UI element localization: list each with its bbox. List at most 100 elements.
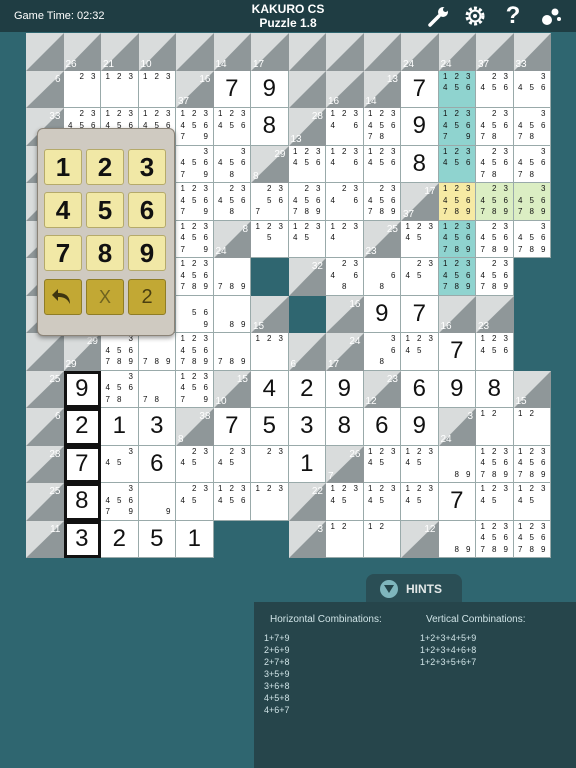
pencil-mode-button[interactable]: 2 — [128, 279, 166, 315]
grid-cell[interactable]: 3 68 — [363, 333, 401, 371]
key-9[interactable]: 9 — [128, 235, 166, 271]
grid-cell[interactable]: 123 456 78 — [363, 108, 401, 146]
grid-cell[interactable]: 23 45 — [213, 445, 251, 483]
grid-cell[interactable]: 123 456 789 — [513, 520, 551, 558]
grid-cell[interactable]: 2356 7 — [251, 183, 289, 221]
grid-cell[interactable]: 2 — [288, 370, 326, 408]
undo-button[interactable] — [44, 279, 82, 315]
grid-cell[interactable]: 789 — [213, 333, 251, 371]
key-8[interactable]: 8 — [86, 235, 124, 271]
grid-cell[interactable]: 9 — [138, 483, 176, 521]
grid-cell[interactable]: 1235 — [251, 220, 289, 258]
grid-cell[interactable]: 4 — [251, 370, 289, 408]
grid-cell[interactable]: 23 — [63, 70, 101, 108]
grid-cell[interactable]: 3 456 7 9 — [176, 145, 214, 183]
grid-cell[interactable]: 123 456 7 9 — [438, 108, 476, 146]
grid-cell[interactable]: 3456789 — [101, 333, 139, 371]
grid-cell[interactable]: 89 — [438, 520, 476, 558]
grid-cell[interactable]: 7 — [213, 408, 251, 446]
wrench-icon[interactable] — [424, 2, 454, 30]
grid-cell[interactable]: 123 45 — [401, 483, 439, 521]
grid-cell[interactable]: 123 45 — [363, 483, 401, 521]
grid-cell[interactable]: 123 45 — [326, 483, 364, 521]
grid-cell[interactable]: 123 456 789 — [438, 183, 476, 221]
grid-cell[interactable]: 789 — [138, 333, 176, 371]
grid-cell[interactable]: 8 — [401, 145, 439, 183]
grid-cell[interactable]: 12 — [513, 408, 551, 446]
bubbles-icon[interactable] — [536, 2, 566, 30]
grid-cell[interactable]: 3 456 7 9 — [101, 483, 139, 521]
grid-cell[interactable]: 23 4 6 — [326, 183, 364, 221]
grid-cell[interactable]: 8 — [63, 483, 101, 521]
grid-cell[interactable]: 7 — [401, 70, 439, 108]
grid-cell[interactable]: 56 9 — [176, 295, 214, 333]
grid-cell[interactable]: 12 — [363, 520, 401, 558]
grid-cell[interactable]: 1 — [176, 520, 214, 558]
grid-cell[interactable]: 123 45 — [288, 220, 326, 258]
grid-cell[interactable]: 7 — [438, 483, 476, 521]
grid-cell[interactable]: 23 4568 — [213, 183, 251, 221]
grid-cell[interactable]: 6 — [138, 445, 176, 483]
grid-cell[interactable]: 123 45 — [401, 220, 439, 258]
grid-cell[interactable]: 7 — [438, 333, 476, 371]
key-2[interactable]: 2 — [86, 149, 124, 185]
key-7[interactable]: 7 — [44, 235, 82, 271]
grid-cell[interactable]: 1 — [288, 445, 326, 483]
grid-cell[interactable]: 12 — [476, 408, 514, 446]
grid-cell[interactable]: 123 45 — [401, 445, 439, 483]
grid-cell[interactable]: 123 456 — [438, 145, 476, 183]
grid-cell[interactable]: 123 456 — [438, 70, 476, 108]
grid-cell[interactable]: 123 456 789 — [438, 258, 476, 296]
grid-cell[interactable]: 2 — [101, 520, 139, 558]
grid-cell[interactable]: 123 456 789 — [438, 220, 476, 258]
grid-cell[interactable]: 23 45 — [176, 483, 214, 521]
gear-icon[interactable] — [460, 2, 490, 30]
grid-cell[interactable]: 8 — [251, 108, 289, 146]
grid-cell[interactable]: 23 456 789 — [476, 258, 514, 296]
grid-cell[interactable]: 9 — [438, 370, 476, 408]
hints-tab[interactable]: HINTS — [366, 574, 462, 604]
grid-cell[interactable]: 123 456 789 — [513, 445, 551, 483]
grid-cell[interactable]: 7 — [213, 70, 251, 108]
key-5[interactable]: 5 — [86, 192, 124, 228]
grid-cell[interactable]: 123 456 7 9 — [176, 220, 214, 258]
grid-cell[interactable]: 3 4568 — [213, 145, 251, 183]
grid-cell[interactable]: 3 — [288, 408, 326, 446]
grid-cell[interactable]: 3 — [63, 520, 101, 558]
grid-cell[interactable]: 23 456 — [476, 70, 514, 108]
grid-cell[interactable]: 123 45 — [363, 445, 401, 483]
grid-cell[interactable]: 3 — [138, 408, 176, 446]
grid-cell[interactable]: 123 4 — [326, 220, 364, 258]
grid-cell[interactable]: 68 — [363, 258, 401, 296]
grid-cell[interactable]: 123 456 — [288, 145, 326, 183]
grid-cell[interactable]: 123 456 7 9 — [176, 370, 214, 408]
grid-cell[interactable]: 23 456 78 — [476, 108, 514, 146]
grid-cell[interactable]: 123 45 — [401, 333, 439, 371]
grid-cell[interactable]: 6 — [401, 370, 439, 408]
key-4[interactable]: 4 — [44, 192, 82, 228]
grid-cell[interactable]: 789 — [213, 258, 251, 296]
key-3[interactable]: 3 — [128, 149, 166, 185]
grid-cell[interactable]: 23 456 789 — [476, 220, 514, 258]
grid-cell[interactable]: 123 456 789 — [176, 258, 214, 296]
grid-cell[interactable]: 123 456 789 — [476, 445, 514, 483]
grid-cell[interactable]: 123 — [251, 333, 289, 371]
grid-cell[interactable]: 23 456 789 — [476, 183, 514, 221]
grid-cell[interactable]: 123 4 6 — [326, 108, 364, 146]
grid-cell[interactable]: 123 — [101, 70, 139, 108]
grid-cell[interactable]: 3 456 78 — [101, 370, 139, 408]
grid-cell[interactable]: 123 456 — [213, 108, 251, 146]
grid-cell[interactable]: 23 456 789 — [363, 183, 401, 221]
grid-cell[interactable]: 3 45 — [101, 445, 139, 483]
question-icon[interactable]: ? — [498, 2, 528, 30]
grid-cell[interactable]: 123 45 — [476, 483, 514, 521]
grid-cell[interactable]: 123 456 7 9 — [176, 108, 214, 146]
grid-cell[interactable]: 3456789 — [513, 220, 551, 258]
key-6[interactable]: 6 — [128, 192, 166, 228]
clear-button[interactable]: X — [86, 279, 124, 315]
grid-cell[interactable]: 23 45 — [176, 445, 214, 483]
grid-cell[interactable]: 3 456 78 — [513, 108, 551, 146]
grid-cell[interactable]: 8 — [326, 408, 364, 446]
grid-cell[interactable]: 3 456 — [513, 70, 551, 108]
grid-cell[interactable]: 89 — [438, 445, 476, 483]
